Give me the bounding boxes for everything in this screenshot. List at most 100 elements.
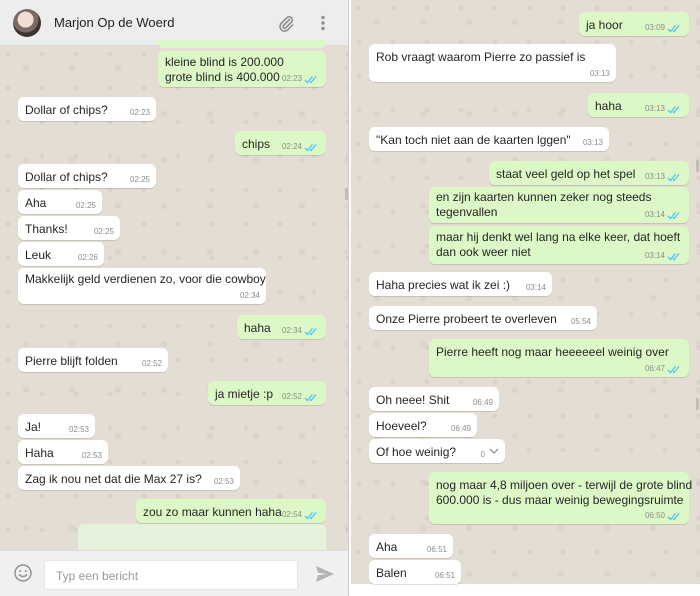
clipped-message-bubble	[78, 524, 326, 552]
emoji-icon[interactable]	[13, 563, 33, 583]
message-text: zou zo maar kunnen haha	[143, 505, 282, 519]
message-time: 06:49	[472, 398, 493, 407]
message-text: Dollar of chips?	[25, 170, 108, 184]
message-text: Of hoe weinig?	[376, 445, 457, 459]
incoming-message: Rob vraagt waarom Pierre zo passief is 0…	[369, 44, 616, 82]
message-text: Ja!	[25, 420, 42, 434]
incoming-message: Haha 02:53	[18, 440, 108, 464]
paperclip-icon[interactable]	[276, 13, 296, 33]
chevron-down-icon[interactable]	[489, 447, 499, 455]
message-composer: Typ een bericht	[0, 550, 348, 596]
scrollbar-thumb[interactable]	[696, 398, 699, 410]
message-text: Makkelijk geld verdienen zo, voor die co…	[25, 272, 266, 286]
message-text: en zijn kaarten kunnen zeker nog steeds t…	[436, 190, 652, 219]
message-time: 06:47	[644, 364, 665, 373]
message-time: 02:53	[68, 425, 89, 434]
outgoing-message: zou zo maar kunnen haha 02:54	[136, 499, 326, 523]
incoming-message: Makkelijk geld verdienen zo, voor die co…	[18, 268, 266, 304]
read-ticks-icon	[667, 253, 680, 261]
incoming-message: Dollar of chips? 02:25	[18, 164, 156, 188]
incoming-message: Of hoe weinig? 0	[369, 439, 505, 463]
message-text: Dollar of chips?	[25, 103, 108, 117]
read-ticks-icon	[667, 513, 680, 521]
menu-dots-icon[interactable]	[313, 13, 333, 33]
message-time: 06:51	[434, 571, 455, 580]
message-text: nog maar 4,8 miljoen over - terwijl de g…	[436, 478, 693, 507]
right-chat-screenshot: ja hoor 03:09 Rob vraagt waarom Pierre z…	[351, 0, 700, 596]
read-ticks-icon	[667, 212, 680, 220]
message-time: 03:14	[644, 251, 665, 260]
message-time: 02:23	[129, 108, 150, 117]
message-text: Thanks!	[25, 222, 68, 236]
outgoing-message: haha 02:34	[237, 315, 326, 339]
message-text: maar hij denkt wel lang na elke keer, da…	[436, 230, 681, 259]
message-text: Rob vraagt waarom Pierre zo passief is	[376, 50, 586, 64]
incoming-message: Hoeveel? 06:49	[369, 413, 477, 437]
outgoing-message: en zijn kaarten kunnen zeker nog steeds t…	[429, 187, 689, 223]
message-time: 02:53	[213, 477, 234, 486]
incoming-message: Balen 06:51	[369, 560, 461, 584]
message-time: 06:50	[644, 511, 665, 520]
scrollbar-thumb[interactable]	[696, 160, 699, 172]
outgoing-message: Pierre heeft nog maar heeeeeel weinig ov…	[429, 339, 689, 377]
clipped-message-bubble	[158, 40, 326, 48]
incoming-message: Ja! 02:53	[18, 414, 95, 438]
message-text: haha	[595, 99, 622, 113]
message-text: Onze Pierre probeert te overleven	[376, 312, 557, 326]
incoming-message: Zag ik nou net dat die Max 27 is? 02:53	[18, 466, 240, 490]
incoming-message: Aha 06:51	[369, 534, 453, 558]
message-time: 02:24	[281, 142, 302, 151]
message-time: 02:25	[75, 201, 96, 210]
send-icon[interactable]	[314, 563, 336, 585]
read-ticks-icon	[667, 366, 680, 374]
message-time: 02:25	[93, 227, 114, 236]
message-text: kleine blind is 200.000 grote blind is 40…	[165, 55, 284, 84]
outgoing-message: ja hoor 03:09	[579, 12, 689, 36]
message-time: 02:52	[281, 392, 302, 401]
message-text: chips	[242, 137, 271, 151]
incoming-message: Onze Pierre probeert te overleven 05:54	[369, 306, 597, 330]
message-time: 03:13	[644, 104, 665, 113]
message-time: 03:09	[644, 23, 665, 32]
message-text: ja hoor	[586, 18, 623, 32]
outgoing-message: maar hij denkt wel lang na elke keer, da…	[429, 226, 689, 264]
avatar[interactable]	[13, 9, 41, 37]
message-time: 03:14	[644, 210, 665, 219]
outgoing-message: haha 03:13	[588, 93, 689, 117]
incoming-message: Aha 02:25	[18, 190, 102, 214]
incoming-message: "Kan toch niet aan de kaarten lggen" 03:…	[369, 127, 609, 151]
contact-name[interactable]: Marjon Op de Woerd	[54, 15, 174, 30]
message-text: Leuk	[25, 248, 52, 262]
message-time: 02:23	[281, 74, 302, 83]
outgoing-message: staat veel geld op het spel 03:13	[489, 161, 689, 185]
message-text: Haha precies wat ik zei :)	[376, 278, 511, 292]
read-ticks-icon	[304, 76, 317, 84]
message-text: Haha	[25, 446, 54, 460]
message-time: 02:52	[141, 359, 162, 368]
message-input[interactable]: Typ een bericht	[44, 560, 298, 590]
scrollbar-thumb[interactable]	[345, 188, 348, 200]
message-time: 05:54	[570, 317, 591, 326]
message-time: 02:34	[239, 291, 260, 300]
bottom-margin	[351, 584, 700, 596]
message-text: Aha	[25, 196, 47, 210]
message-time: 02:25	[129, 175, 150, 184]
read-ticks-icon	[304, 512, 317, 520]
message-text: Pierre blijft folden	[25, 354, 118, 368]
read-ticks-icon	[667, 174, 680, 182]
read-ticks-icon	[667, 106, 680, 114]
message-text: Pierre heeft nog maar heeeeeel weinig ov…	[436, 345, 669, 359]
left-chat-screenshot: Marjon Op de Woerd kleine blind is 200.0…	[0, 0, 349, 596]
message-text: Hoeveel?	[376, 419, 427, 433]
message-text: haha	[244, 321, 271, 335]
message-time: 02:53	[81, 451, 102, 460]
incoming-message: Thanks! 02:25	[18, 216, 120, 240]
message-text: ja mietje :p	[215, 387, 274, 401]
message-time: 03:13	[582, 138, 603, 147]
outgoing-message: kleine blind is 200.000 grote blind is 40…	[158, 51, 326, 87]
message-time: 03:13	[589, 69, 610, 78]
incoming-message: Pierre blijft folden 02:52	[18, 348, 168, 372]
read-ticks-icon	[304, 144, 317, 152]
incoming-message: Leuk 02:26	[18, 242, 104, 266]
message-text: "Kan toch niet aan de kaarten lggen"	[376, 133, 571, 147]
